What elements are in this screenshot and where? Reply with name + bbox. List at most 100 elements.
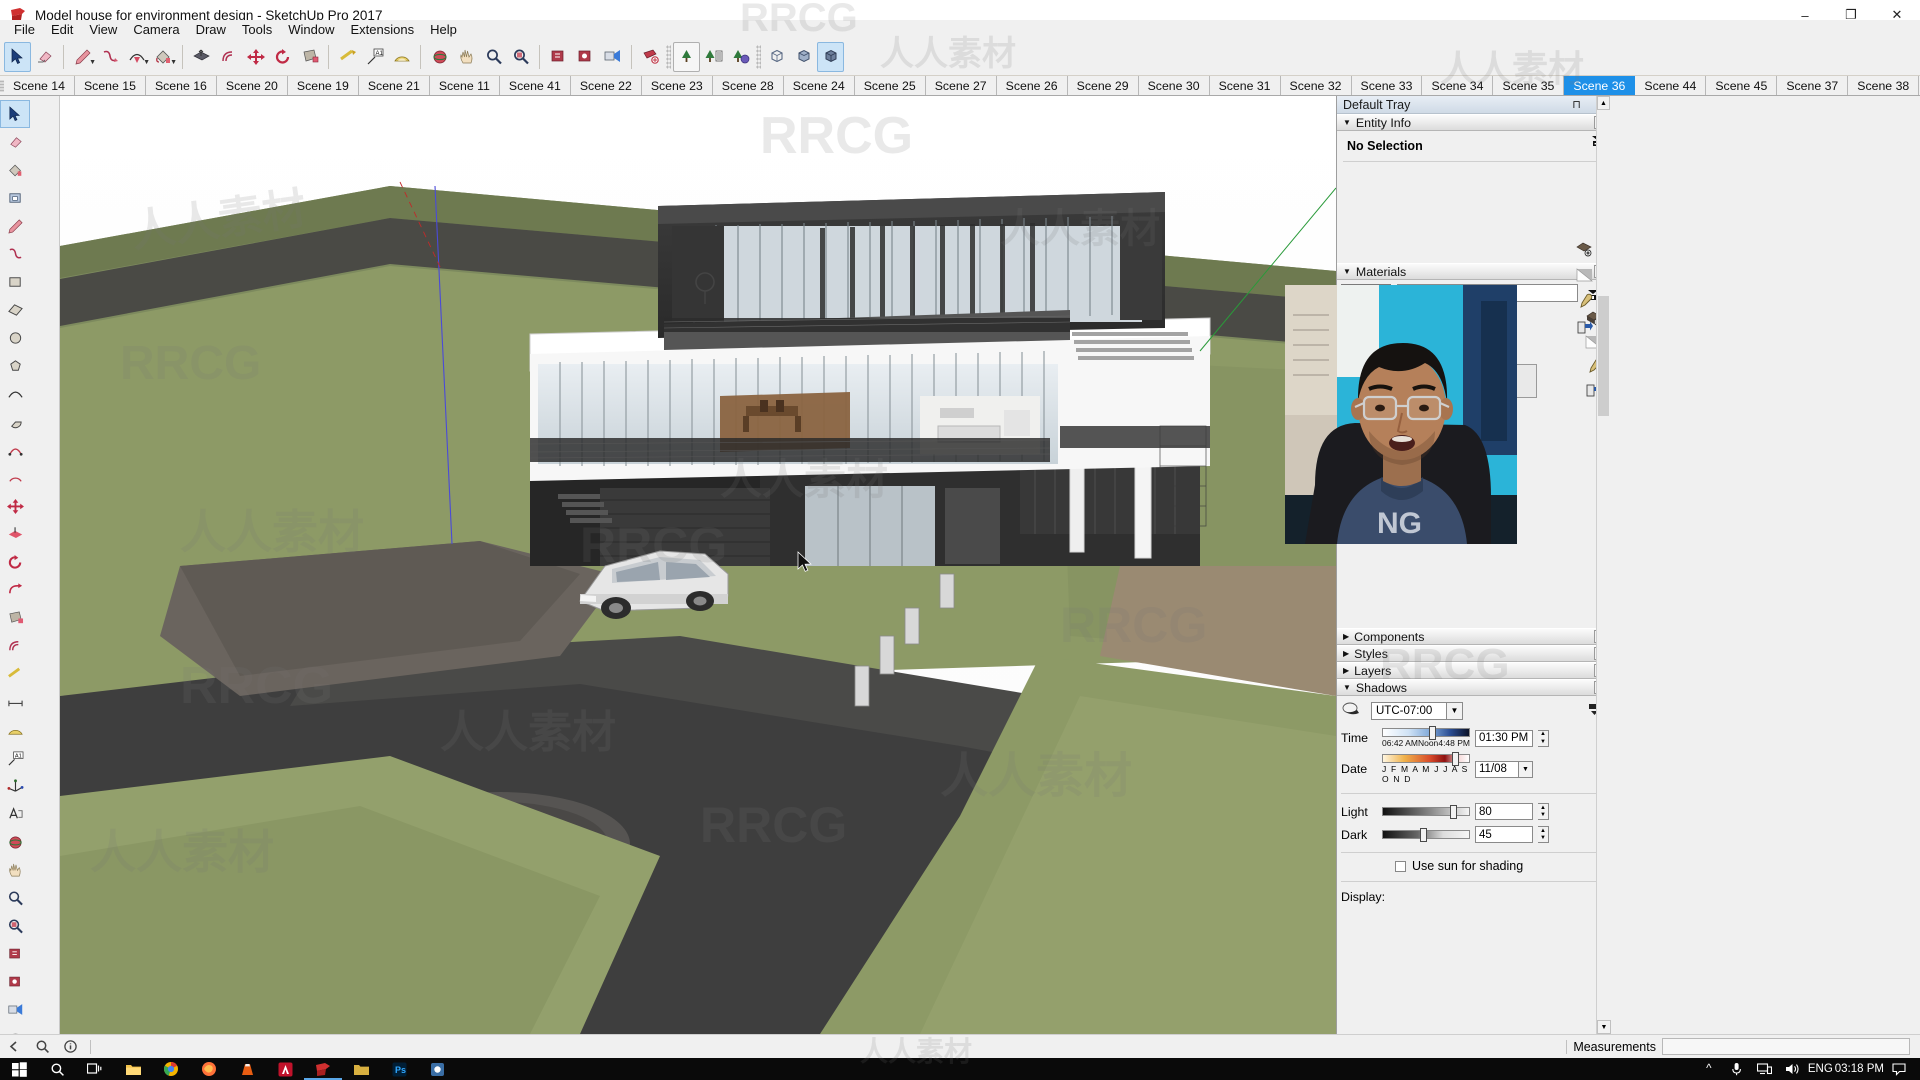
light-value-input[interactable]: 80 <box>1475 803 1533 820</box>
pin-icon[interactable]: ⊓ <box>1572 98 1581 111</box>
left-arc-tool[interactable] <box>0 380 30 408</box>
scene-tab-45[interactable]: Scene 45 <box>1706 76 1777 96</box>
tape-measure-tool-button[interactable] <box>334 42 361 72</box>
scene-tab-25[interactable]: Scene 25 <box>855 76 926 96</box>
scene-tab-22[interactable]: Scene 22 <box>571 76 642 96</box>
chrome-taskbar-icon[interactable] <box>152 1058 190 1080</box>
chevron-up-icon[interactable]: ^ <box>1696 1063 1722 1075</box>
next-view-button[interactable] <box>572 42 599 72</box>
info-circle-icon[interactable] <box>56 1035 84 1059</box>
scene-tab-26[interactable]: Scene 26 <box>997 76 1068 96</box>
time-value-input[interactable]: 01:30 PM <box>1475 730 1533 747</box>
eraser-tool-button[interactable] <box>31 42 58 72</box>
left-pie-tool[interactable] <box>0 408 30 436</box>
menu-help[interactable]: Help <box>422 21 465 38</box>
shaded-texture-view-button[interactable] <box>817 42 844 72</box>
tray-title-bar[interactable]: Default Tray ⊓ ✕ <box>1337 96 1610 114</box>
search-icon[interactable] <box>28 1035 56 1059</box>
dark-value-input[interactable]: 45 <box>1475 826 1533 843</box>
windows-start-icon[interactable] <box>0 1058 38 1080</box>
paint-arrow-icon[interactable] <box>1572 314 1596 340</box>
scene-tab-33[interactable]: Scene 33 <box>1352 76 1423 96</box>
shadows-panel-header[interactable]: ▼ Shadows ✕ <box>1337 679 1610 696</box>
scene-tab-31[interactable]: Scene 31 <box>1210 76 1281 96</box>
folder-taskbar-icon[interactable] <box>342 1058 380 1080</box>
left-circle-tool[interactable] <box>0 324 30 352</box>
left-previous-view-button[interactable] <box>0 968 30 996</box>
components-panel-header[interactable]: ▶ Components ✕ <box>1337 628 1610 645</box>
left-rotated-rectangle-tool[interactable] <box>0 296 30 324</box>
scene-tab-16[interactable]: Scene 16 <box>146 76 217 96</box>
xray-view-button[interactable] <box>763 42 790 72</box>
eyedropper-icon[interactable] <box>1572 288 1596 314</box>
shadow-toggle-icon[interactable] <box>1341 701 1363 720</box>
dark-slider[interactable] <box>1382 830 1470 839</box>
left-text-tool[interactable]: A1 <box>0 744 30 772</box>
rotate-tool-button[interactable] <box>269 42 296 72</box>
previous-view-button[interactable] <box>545 42 572 72</box>
arc-tool-button[interactable]: ▼ <box>123 42 150 72</box>
left-three-point-arc-tool[interactable] <box>0 464 30 492</box>
freehand-tool-button[interactable] <box>96 42 123 72</box>
firefox-taskbar-icon[interactable] <box>190 1058 228 1080</box>
left-freehand-tool[interactable] <box>0 240 30 268</box>
measurements-input[interactable] <box>1662 1038 1910 1055</box>
left-scale-tool[interactable] <box>0 604 30 632</box>
menu-camera[interactable]: Camera <box>125 21 187 38</box>
scroll-down-icon[interactable]: ▼ <box>1597 1020 1611 1034</box>
left-offset-tool[interactable] <box>0 632 30 660</box>
microphone-icon[interactable] <box>1724 1062 1750 1076</box>
styles-panel-header[interactable]: ▶ Styles ✕ <box>1337 645 1610 662</box>
layers-panel-header[interactable]: ▶ Layers ✕ <box>1337 662 1610 679</box>
date-value-input[interactable]: 11/08 ▼ <box>1475 761 1533 778</box>
chevron-down-icon[interactable]: ▼ <box>1518 762 1532 777</box>
orbit-tool-button[interactable] <box>426 42 453 72</box>
left-3d-text-tool[interactable] <box>0 800 30 828</box>
menu-view[interactable]: View <box>81 21 125 38</box>
scene-tab-24[interactable]: Scene 24 <box>784 76 855 96</box>
left-two-point-arc-tool[interactable] <box>0 436 30 464</box>
scene-tab-28[interactable]: Scene 28 <box>713 76 784 96</box>
taskbar-search-icon[interactable] <box>38 1058 76 1080</box>
light-slider-thumb[interactable] <box>1450 805 1457 819</box>
menu-window[interactable]: Window <box>280 21 342 38</box>
sketchup-taskbar-icon[interactable] <box>304 1058 342 1080</box>
line-tool-button[interactable]: ▼ <box>69 42 96 72</box>
left-dimension-tool[interactable] <box>0 688 30 716</box>
notification-icon[interactable] <box>1886 1062 1912 1076</box>
date-slider[interactable]: J F M A M J J A S O N D <box>1382 754 1470 784</box>
light-slider[interactable] <box>1382 807 1470 816</box>
scene-tab-34[interactable]: Scene 34 <box>1422 76 1493 96</box>
volume-icon[interactable] <box>1780 1062 1806 1076</box>
left-pan-tool[interactable] <box>0 856 30 884</box>
use-sun-for-shading-row[interactable]: Use sun for shading <box>1337 853 1610 877</box>
app-taskbar-icon[interactable] <box>418 1058 456 1080</box>
scene-tab-29[interactable]: Scene 29 <box>1068 76 1139 96</box>
scene-tab-32[interactable]: Scene 32 <box>1281 76 1352 96</box>
protractor-tool-button[interactable] <box>388 42 415 72</box>
left-polygon-tool[interactable] <box>0 352 30 380</box>
left-protractor-tool[interactable] <box>0 716 30 744</box>
left-move-tool[interactable] <box>0 492 30 520</box>
left-component-tool[interactable] <box>0 184 30 212</box>
pan-tool-button[interactable] <box>453 42 480 72</box>
left-zoom-tool[interactable] <box>0 884 30 912</box>
menu-draw[interactable]: Draw <box>188 21 234 38</box>
vlc-taskbar-icon[interactable] <box>228 1058 266 1080</box>
scene-tab-38[interactable]: Scene 38 <box>1848 76 1919 96</box>
dark-spinner[interactable]: ▲▼ <box>1538 826 1549 843</box>
left-axes-tool[interactable] <box>0 772 30 800</box>
position-camera-tool-button[interactable] <box>599 42 626 72</box>
scene-tab-19[interactable]: Scene 19 <box>288 76 359 96</box>
photoshop-taskbar-icon[interactable]: Ps <box>380 1058 418 1080</box>
left-tape-measure-tool[interactable] <box>0 660 30 688</box>
left-paint-bucket-tool[interactable] <box>0 156 30 184</box>
left-orbit-tool[interactable] <box>0 828 30 856</box>
scene-tab-14[interactable]: Scene 14 <box>4 76 75 96</box>
scene-tab-35[interactable]: Scene 35 <box>1493 76 1564 96</box>
scene-tab-30[interactable]: Scene 30 <box>1139 76 1210 96</box>
scene-tab-44[interactable]: Scene 44 <box>1635 76 1706 96</box>
move-tool-button[interactable] <box>242 42 269 72</box>
scale-tool-button[interactable] <box>296 42 323 72</box>
scene-tab-11[interactable]: Scene 11 <box>430 76 500 96</box>
